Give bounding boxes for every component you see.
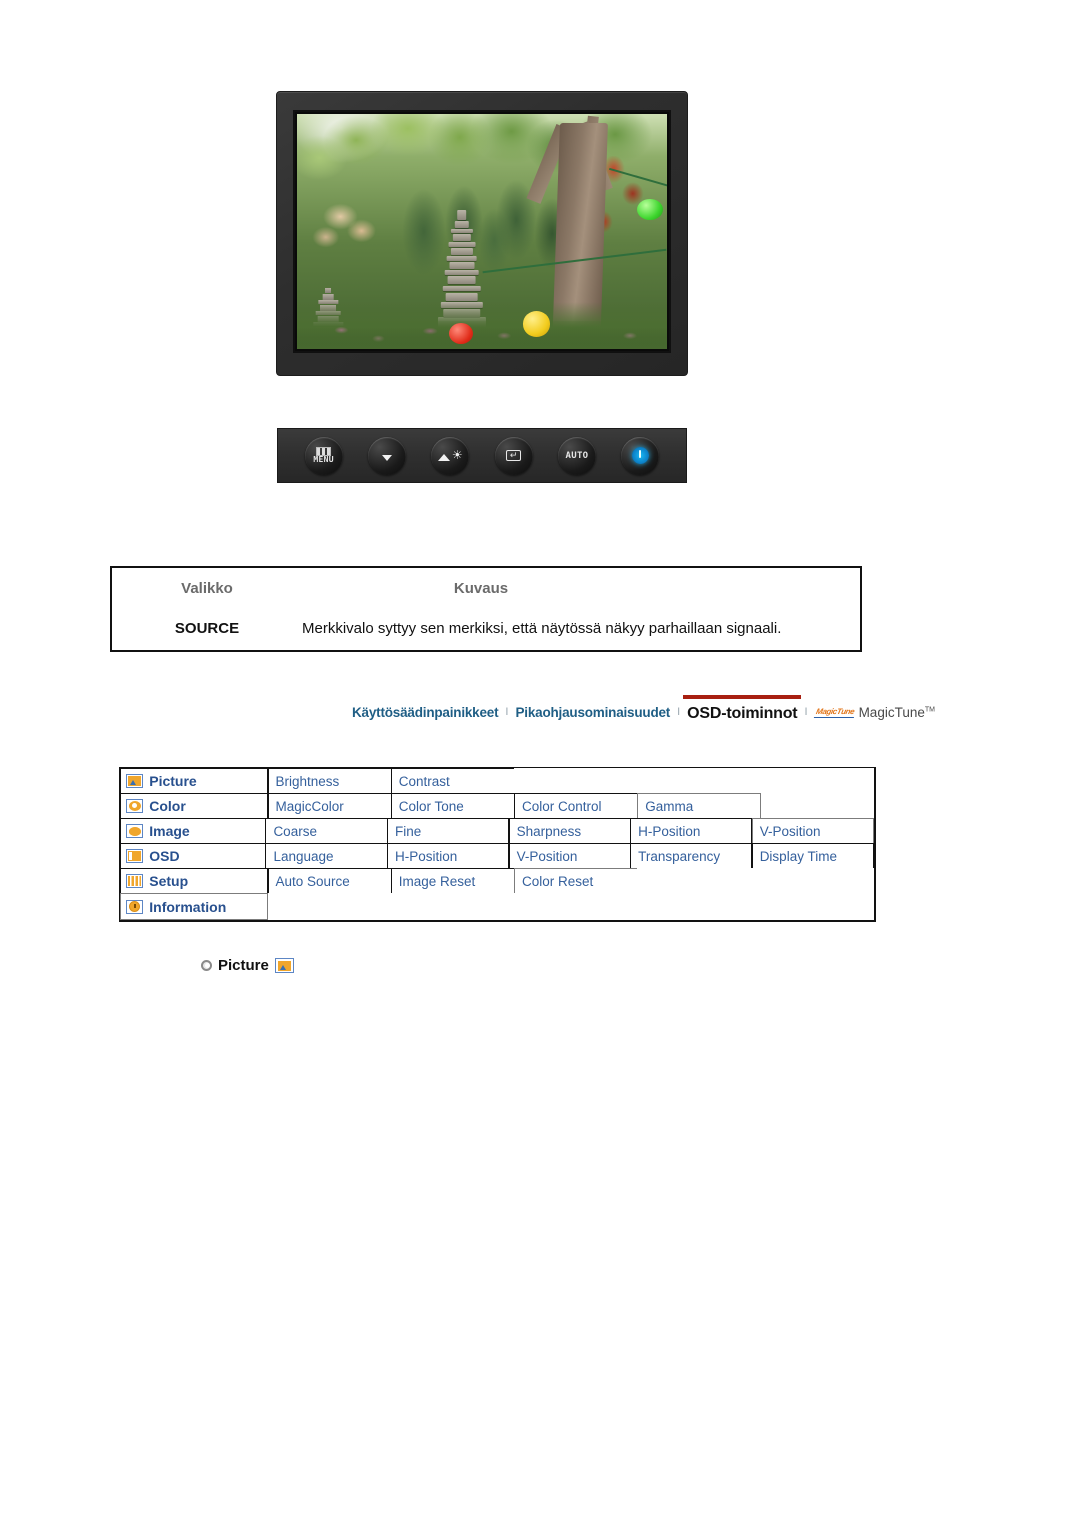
information-icon [126, 899, 144, 914]
source-down-button[interactable] [367, 436, 406, 475]
enter-icon: ↵ [506, 450, 522, 461]
circle-bullet-icon [201, 960, 212, 971]
empty-cell [637, 868, 874, 894]
nav-separator: I [505, 706, 509, 718]
table-row: OSD Language H-Position V-Position Trans… [120, 843, 874, 869]
tab-pikaohjausominaisuudet[interactable]: Pikaohjausominaisuudet [515, 705, 670, 720]
table-row: Color MagicColor Color Tone Color Contro… [120, 793, 874, 819]
osd-group-label: OSD [149, 848, 180, 865]
column-header-description: Kuvaus [453, 579, 509, 597]
monitor-control-button-bar: MENU ☀ ↵ AUTO [277, 428, 687, 483]
osd-item-gamma[interactable]: Gamma [637, 793, 762, 819]
osd-item-fine[interactable]: Fine [387, 818, 510, 844]
osd-group-osd[interactable]: OSD [120, 843, 267, 869]
brightness-button[interactable]: ☀ [431, 436, 470, 475]
page-title: Picture [218, 957, 269, 974]
monitor-bezel [276, 91, 688, 376]
section-nav-tabs: Käyttösäädinpainikkeet I Pikaohjausomina… [352, 694, 935, 727]
menu-button-label: MENU [313, 455, 334, 464]
empty-cell [514, 768, 874, 794]
photo-autumn-shrub [308, 184, 390, 265]
osd-menu-table: Picture Brightness Contrast Color MagicC… [119, 767, 876, 922]
osd-item-language[interactable]: Language [265, 843, 388, 869]
auto-button-label: AUTO [565, 450, 589, 461]
table-row: Information [120, 893, 874, 920]
photo-lantern-green [637, 198, 664, 220]
osd-item-auto-source[interactable]: Auto Source [267, 868, 392, 894]
brightness-sun-icon: ☀ [437, 449, 463, 461]
source-description-table: Valikko Kuvaus SOURCE Merkkivalo syttyy … [110, 566, 862, 652]
osd-item-coarse[interactable]: Coarse [265, 818, 388, 844]
tab-osd-toiminnot[interactable]: OSD-toiminnot [683, 694, 802, 723]
picture-section-heading: Picture [201, 957, 294, 974]
setup-icon [126, 874, 144, 889]
power-icon [631, 447, 649, 464]
osd-item-h-position[interactable]: H-Position [630, 818, 753, 844]
nav-separator: I [677, 706, 681, 718]
table-row: SOURCE Merkkivalo syttyy sen merkiksi, e… [112, 608, 860, 648]
osd-item-display-time[interactable]: Display Time [751, 843, 874, 869]
osd-item-h-position[interactable]: H-Position [387, 843, 510, 869]
picture-icon [126, 774, 144, 789]
osd-item-contrast[interactable]: Contrast [390, 768, 515, 794]
osd-group-color[interactable]: Color [120, 793, 269, 819]
column-header-menu: Valikko [181, 579, 233, 597]
nav-separator: I [804, 706, 808, 718]
osd-group-label: Setup [149, 873, 189, 890]
osd-group-image[interactable]: Image [120, 818, 267, 844]
osd-item-v-position[interactable]: V-Position [508, 843, 631, 869]
photo-lantern-red [448, 323, 473, 345]
tab-kayttosaadinpainikkeet[interactable]: Käyttösäädinpainikkeet [352, 705, 499, 720]
tab-magictune-label: MagicTune [858, 704, 925, 720]
enter-button[interactable]: ↵ [494, 436, 533, 475]
table-header-row: Valikko Kuvaus [112, 568, 860, 608]
osd-group-label: Information [149, 898, 227, 915]
garden-photo [297, 114, 667, 349]
osd-group-label: Picture [149, 773, 197, 790]
auto-button[interactable]: AUTO [557, 436, 596, 475]
trademark-mark: TM [924, 706, 935, 713]
monitor-illustration [276, 91, 688, 376]
osd-item-v-position[interactable]: V-Position [751, 818, 874, 844]
source-menu-label: SOURCE [174, 619, 240, 637]
osd-item-color-tone[interactable]: Color Tone [390, 793, 515, 819]
magictune-logo-icon: MagicTune [813, 706, 856, 718]
osd-item-brightness[interactable]: Brightness [267, 768, 392, 794]
table-row: Image Coarse Fine Sharpness H-Position V… [120, 818, 874, 844]
osd-group-label: Image [149, 823, 190, 840]
osd-group-information[interactable]: Information [120, 893, 269, 920]
source-description-text: Merkkivalo syttyy sen merkiksi, että näy… [302, 619, 782, 637]
page-root: MENU ☀ ↵ AUTO Valikko Kuvaus SOURCE Merk… [0, 0, 1080, 1528]
picture-icon [274, 958, 294, 973]
empty-cell [760, 793, 874, 819]
osd-item-sharpness[interactable]: Sharpness [508, 818, 631, 844]
osd-item-transparency[interactable]: Transparency [630, 843, 753, 869]
color-icon [126, 799, 144, 814]
osd-item-color-reset[interactable]: Color Reset [514, 868, 638, 894]
osd-group-setup[interactable]: Setup [120, 868, 269, 894]
osd-item-color-control[interactable]: Color Control [514, 793, 638, 819]
osd-item-magiccolor[interactable]: MagicColor [267, 793, 392, 819]
photo-grass [297, 320, 667, 349]
image-icon [126, 824, 144, 839]
menu-button[interactable]: MENU [304, 436, 343, 475]
empty-cell [267, 893, 874, 920]
tab-magictune[interactable]: MagicTuneTM [859, 705, 935, 720]
table-row: Setup Auto Source Image Reset Color Rese… [120, 868, 874, 894]
osd-group-picture[interactable]: Picture [120, 768, 269, 794]
osd-icon [126, 849, 144, 864]
source-down-icon [381, 453, 392, 461]
table-row: Picture Brightness Contrast [120, 768, 874, 794]
osd-item-image-reset[interactable]: Image Reset [390, 868, 515, 894]
osd-group-label: Color [149, 798, 186, 815]
power-button[interactable] [621, 436, 660, 475]
monitor-screen [293, 110, 671, 353]
